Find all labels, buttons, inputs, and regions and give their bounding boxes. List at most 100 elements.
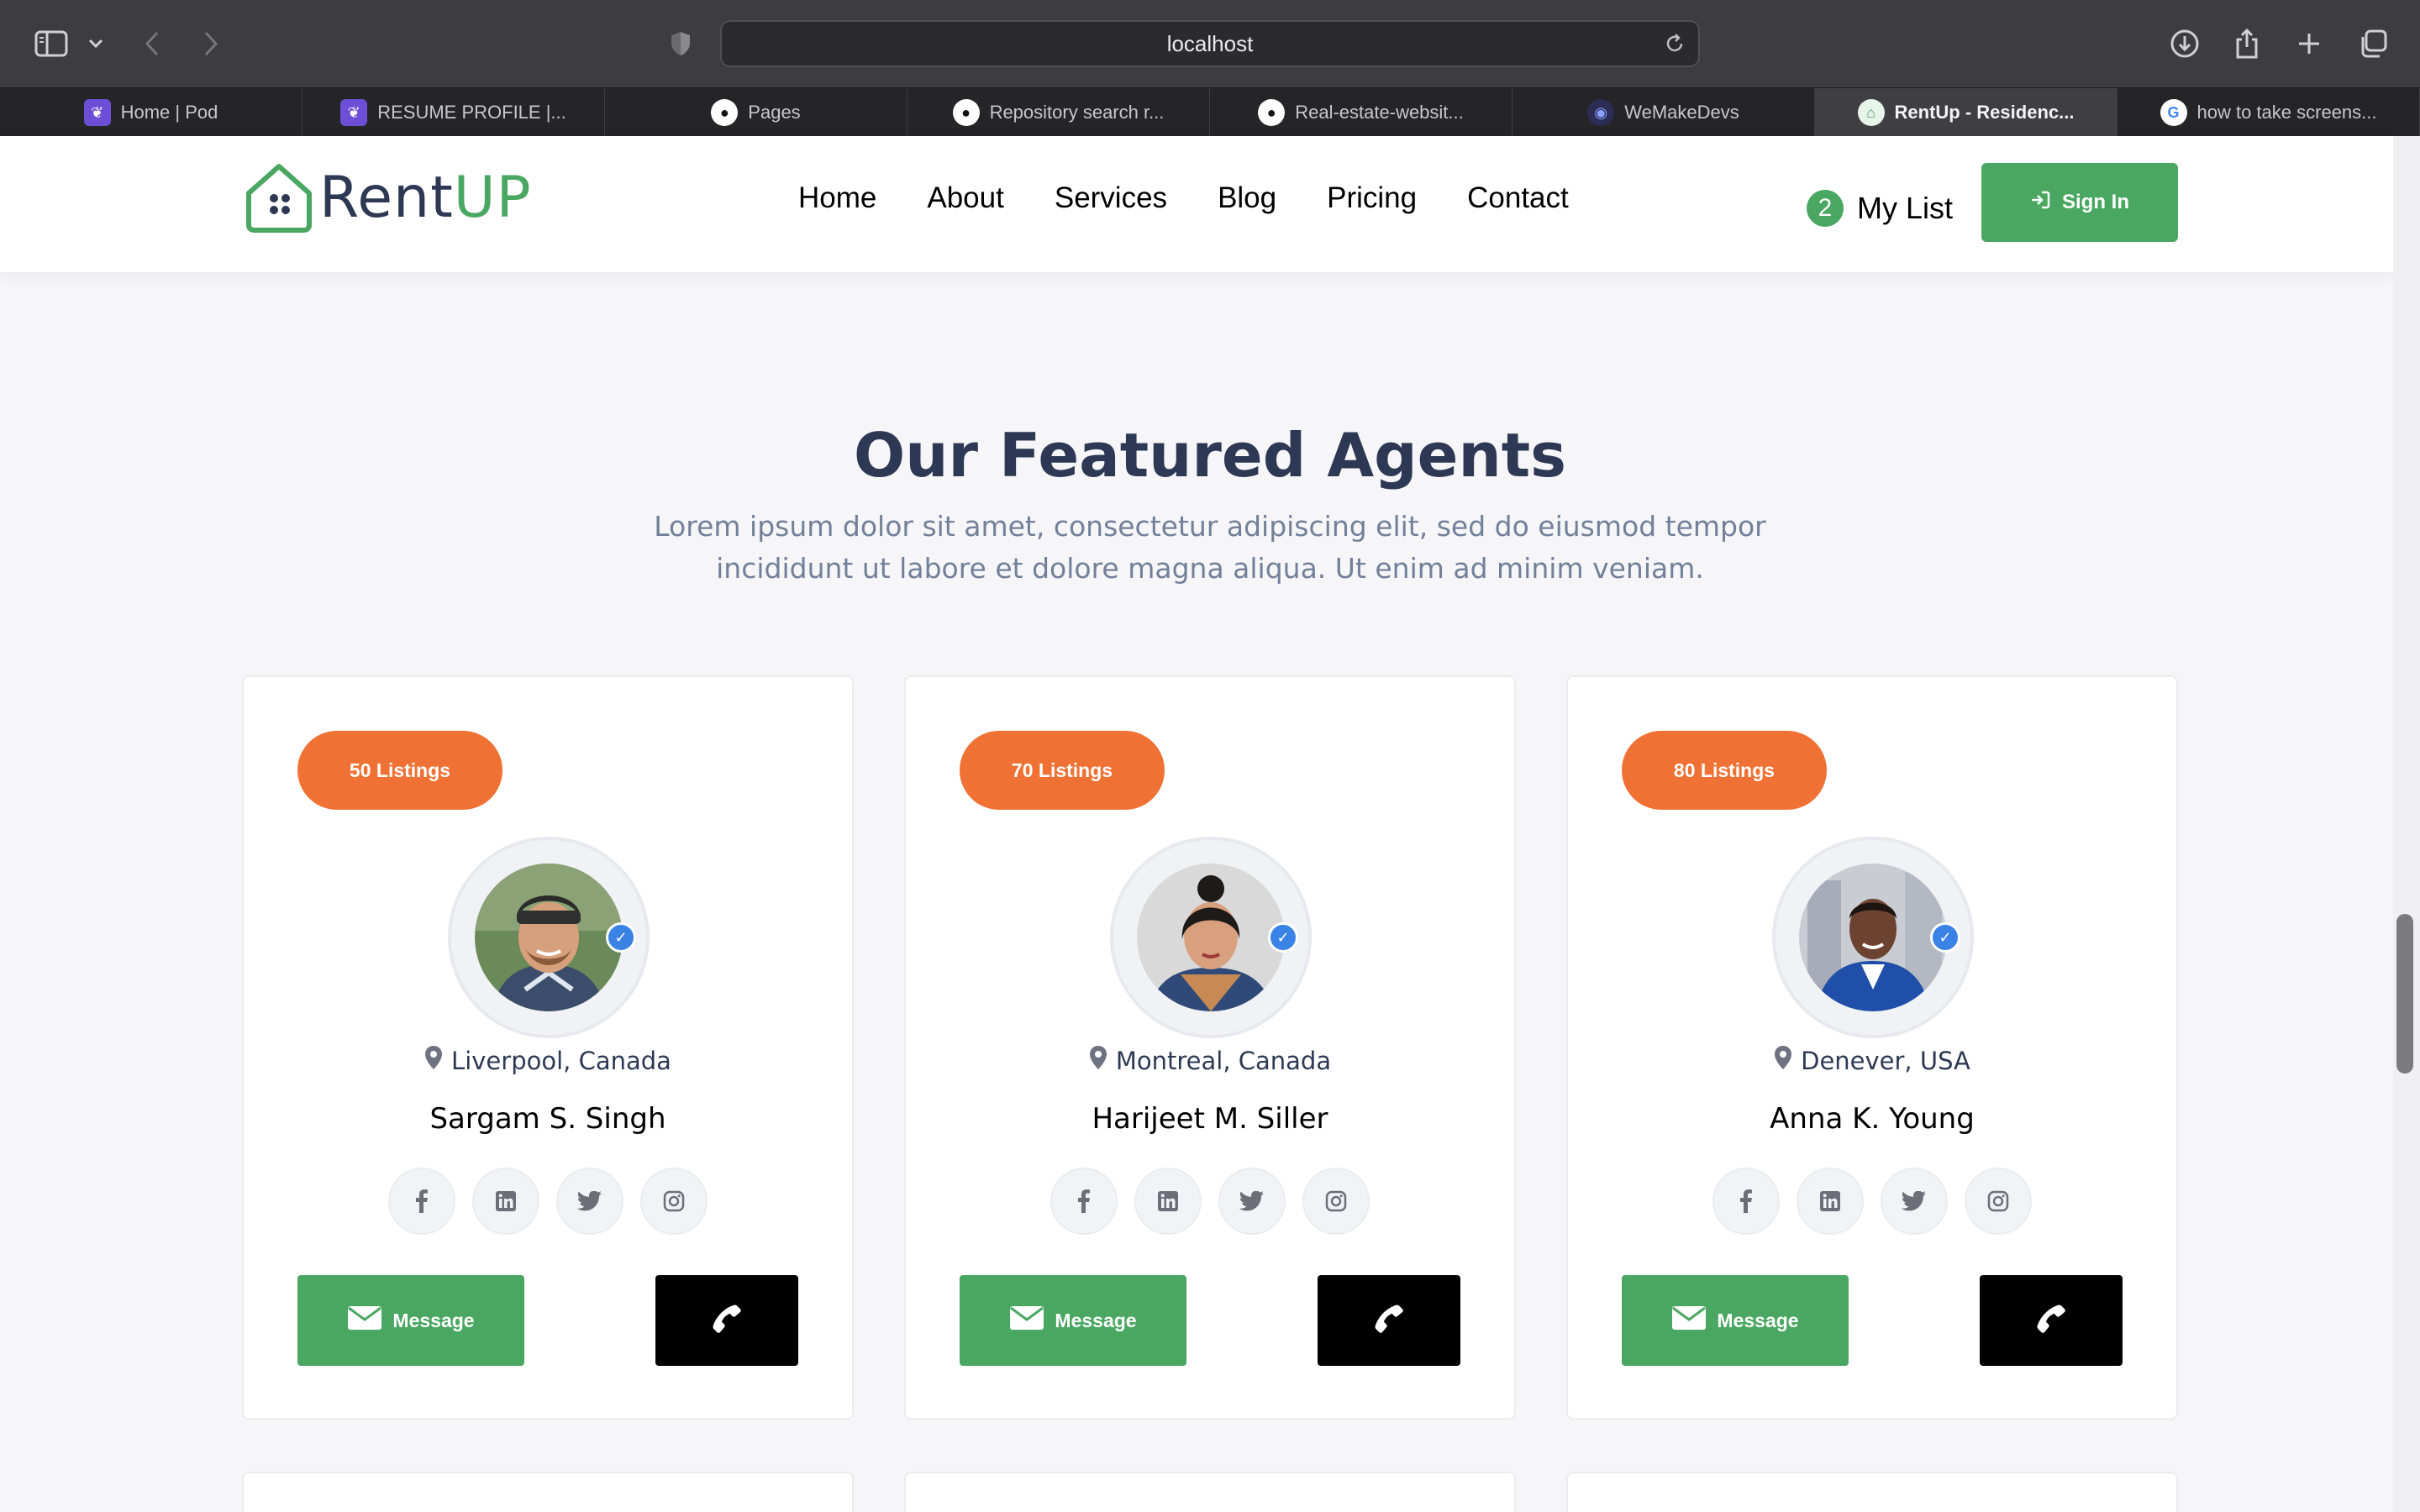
browser-tab[interactable]: ● Real-estate-websit... xyxy=(1210,88,1512,137)
agent-location: Denever, USA xyxy=(1568,1045,2176,1076)
sidebar-toggle-icon[interactable] xyxy=(32,25,71,62)
message-button[interactable]: Message xyxy=(960,1275,1186,1366)
twitter-icon[interactable] xyxy=(556,1168,623,1235)
instagram-icon[interactable] xyxy=(1302,1168,1370,1235)
browser-tab[interactable]: ● Repository search r... xyxy=(908,88,1210,137)
pod-icon: ❦ xyxy=(340,99,368,126)
my-list-count-badge: 2 xyxy=(1807,190,1844,227)
avatar[interactable] xyxy=(1137,864,1285,1011)
address-bar[interactable]: localhost xyxy=(720,20,1700,67)
call-button[interactable] xyxy=(1980,1275,2123,1366)
agent-card: 70 Listings ✓ Montreal, Canada Harijeet … xyxy=(904,675,1516,1420)
agent-location-text: Liverpool, Canada xyxy=(451,1046,671,1075)
github-icon: ● xyxy=(711,99,739,126)
avatar[interactable] xyxy=(475,864,623,1011)
agent-card-partial xyxy=(242,1472,854,1512)
message-button[interactable]: Message xyxy=(1622,1275,1849,1366)
message-label: Message xyxy=(1055,1309,1137,1331)
chevron-down-icon[interactable] xyxy=(84,25,108,62)
instagram-icon[interactable] xyxy=(1965,1168,2032,1235)
tab-label: RentUp - Residenc... xyxy=(1894,102,2075,123)
social-links xyxy=(244,1168,852,1235)
message-button[interactable]: Message xyxy=(297,1275,524,1366)
map-pin-icon xyxy=(1089,1045,1107,1076)
tab-label: how to take screens... xyxy=(2196,102,2377,123)
listings-badge[interactable]: 80 Listings xyxy=(1622,731,1827,810)
verified-check-icon: ✓ xyxy=(1268,922,1298,953)
tab-label: Pages xyxy=(748,102,801,123)
tab-overview-icon[interactable] xyxy=(2356,25,2390,62)
nav-blog[interactable]: Blog xyxy=(1218,181,1276,215)
nav-about[interactable]: About xyxy=(927,181,1003,215)
agent-name: Anna K. Young xyxy=(1770,1102,1975,1136)
browser-tab[interactable]: ● Pages xyxy=(605,88,908,137)
social-links xyxy=(1568,1168,2176,1235)
tab-label: RESUME PROFILE |... xyxy=(377,102,566,123)
new-tab-plus-icon[interactable] xyxy=(2294,25,2324,62)
envelope-icon xyxy=(1009,1305,1044,1336)
browser-tab[interactable]: ❦ RESUME PROFILE |... xyxy=(302,88,605,137)
logo-text-up: UP xyxy=(453,164,532,231)
listings-badge[interactable]: 50 Listings xyxy=(297,731,502,810)
logo[interactable]: RentUP xyxy=(242,160,532,235)
my-list-label: My List xyxy=(1857,191,1954,225)
facebook-icon[interactable] xyxy=(388,1168,455,1235)
sign-in-button[interactable]: Sign In xyxy=(1981,163,2178,242)
linkedin-icon[interactable] xyxy=(1797,1168,1864,1235)
tab-label: WeMakeDevs xyxy=(1624,102,1739,123)
browser-tab[interactable]: G how to take screens... xyxy=(2118,88,2420,137)
url-text: localhost xyxy=(1166,31,1254,56)
site-header: RentUP Home About Services Blog Pricing … xyxy=(0,136,2393,272)
back-arrow-icon[interactable] xyxy=(139,25,165,62)
rentup-icon: ⌂ xyxy=(1857,99,1885,126)
browser-tab-active[interactable]: ⌂ RentUp - Residenc... xyxy=(1815,88,2118,137)
nav-contact[interactable]: Contact xyxy=(1467,181,1569,215)
listings-badge[interactable]: 70 Listings xyxy=(960,731,1165,810)
share-icon[interactable] xyxy=(2232,25,2262,62)
tab-label: Repository search r... xyxy=(989,102,1165,123)
sign-in-icon xyxy=(2030,191,2050,215)
downloads-icon[interactable] xyxy=(2168,25,2202,62)
twitter-icon[interactable] xyxy=(1218,1168,1286,1235)
avatar-ring: ✓ xyxy=(448,837,650,1038)
phone-icon xyxy=(2034,1302,2068,1339)
call-button[interactable] xyxy=(655,1275,798,1366)
my-list-link[interactable]: 2 My List xyxy=(1807,190,1953,227)
avatar-ring: ✓ xyxy=(1772,837,1974,1038)
agent-location: Liverpool, Canada xyxy=(244,1045,852,1076)
wemakedevs-icon: ◉ xyxy=(1587,99,1615,126)
instagram-icon[interactable] xyxy=(640,1168,708,1235)
browser-toolbar: localhost xyxy=(0,0,2420,87)
envelope-icon xyxy=(347,1305,382,1336)
section-subtitle: Lorem ipsum dolor sit amet, consectetur … xyxy=(654,510,1766,585)
avatar[interactable] xyxy=(1799,864,1947,1011)
privacy-shield-icon[interactable] xyxy=(667,25,694,62)
pod-icon: ❦ xyxy=(83,99,111,126)
logo-text: RentUP xyxy=(319,165,532,231)
section-title: Our Featured Agents xyxy=(854,420,1566,491)
nav-home[interactable]: Home xyxy=(798,181,876,215)
social-links xyxy=(906,1168,1514,1235)
twitter-icon[interactable] xyxy=(1881,1168,1948,1235)
linkedin-icon[interactable] xyxy=(1134,1168,1202,1235)
sign-in-label: Sign In xyxy=(2062,191,2129,213)
forward-arrow-icon[interactable] xyxy=(198,25,224,62)
linkedin-icon[interactable] xyxy=(472,1168,539,1235)
message-label: Message xyxy=(1717,1309,1799,1331)
browser-tab[interactable]: ◉ WeMakeDevs xyxy=(1512,88,1815,137)
agent-card-partial xyxy=(904,1472,1516,1512)
google-icon: G xyxy=(2160,99,2187,126)
nav-services[interactable]: Services xyxy=(1055,181,1167,215)
github-icon: ● xyxy=(1258,99,1286,126)
phone-icon xyxy=(710,1302,744,1339)
nav-pricing[interactable]: Pricing xyxy=(1327,181,1417,215)
scrollbar-thumb[interactable] xyxy=(2396,914,2413,1074)
scrollbar-track[interactable] xyxy=(2393,136,2420,1512)
facebook-icon[interactable] xyxy=(1712,1168,1780,1235)
call-button[interactable] xyxy=(1318,1275,1460,1366)
agent-location: Montreal, Canada xyxy=(906,1045,1514,1076)
browser-tab[interactable]: ❦ Home | Pod xyxy=(0,88,302,137)
agent-card-partial xyxy=(1566,1472,2178,1512)
facebook-icon[interactable] xyxy=(1050,1168,1118,1235)
reload-icon[interactable] xyxy=(1663,32,1686,59)
